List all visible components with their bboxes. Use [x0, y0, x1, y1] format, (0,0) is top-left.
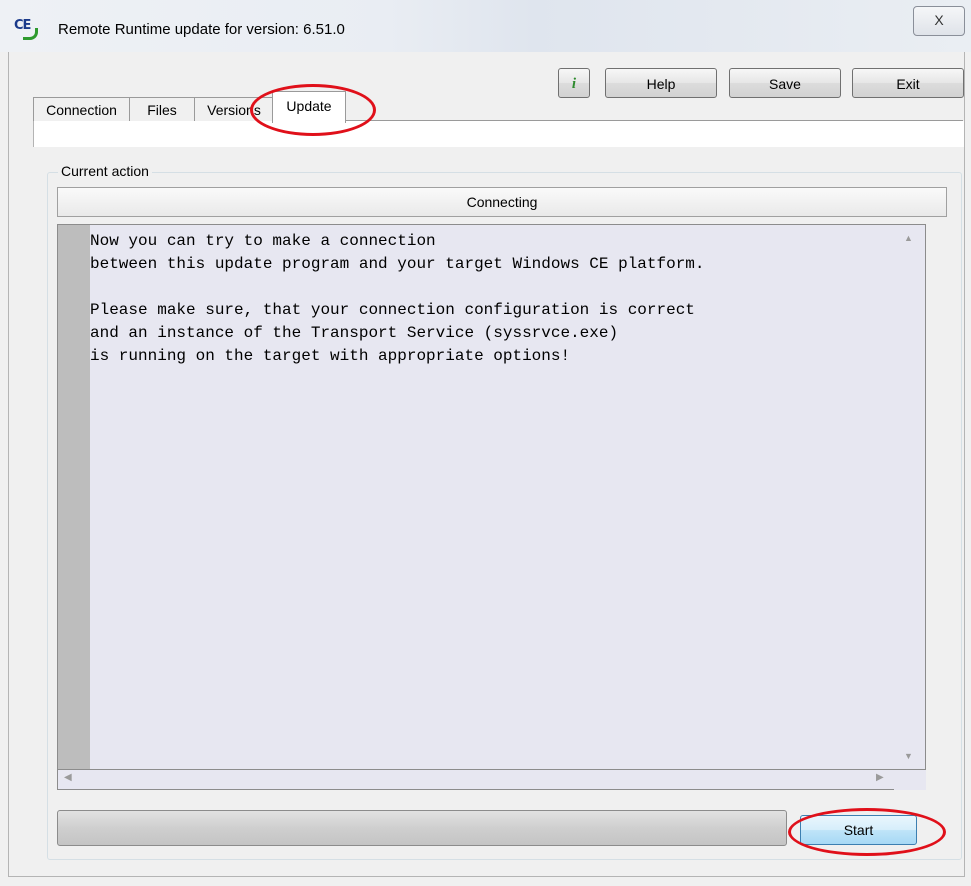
- horizontal-scrollbar[interactable]: ◀ ▶: [57, 770, 926, 790]
- log-text: Now you can try to make a connection bet…: [90, 232, 705, 365]
- app-window: CE Remote Runtime update for version: 6.…: [0, 0, 971, 886]
- window-title: Remote Runtime update for version: 6.51.…: [58, 21, 345, 38]
- status-header: Connecting: [57, 187, 947, 217]
- close-button[interactable]: X: [913, 6, 965, 36]
- vertical-scrollbar[interactable]: ▲ ▼: [894, 224, 926, 770]
- log-textarea[interactable]: Now you can try to make a connection bet…: [57, 224, 926, 770]
- scroll-right-icon[interactable]: ▶: [876, 772, 884, 783]
- help-button[interactable]: Help: [605, 68, 717, 98]
- scroll-up-icon[interactable]: ▲: [904, 233, 913, 243]
- title-bar[interactable]: CE Remote Runtime update for version: 6.…: [0, 0, 971, 52]
- current-action-label: Current action: [58, 163, 152, 179]
- tab-update[interactable]: Update: [272, 91, 346, 123]
- start-button[interactable]: Start: [800, 815, 917, 845]
- ce-icon: CE: [14, 18, 40, 40]
- info-button[interactable]: i: [558, 68, 590, 98]
- exit-button[interactable]: Exit: [852, 68, 964, 98]
- log-gutter: [58, 225, 90, 769]
- info-icon: i: [571, 76, 577, 92]
- tab-page: [33, 121, 964, 147]
- tab-connection[interactable]: Connection: [33, 97, 130, 121]
- progress-bar: [57, 810, 787, 846]
- save-button[interactable]: Save: [729, 68, 841, 98]
- tab-versions[interactable]: Versions: [194, 97, 274, 121]
- scrollbar-corner: [894, 770, 926, 790]
- scroll-left-icon[interactable]: ◀: [64, 772, 72, 783]
- close-icon: X: [934, 12, 944, 28]
- tab-files[interactable]: Files: [129, 97, 195, 121]
- scroll-down-icon[interactable]: ▼: [904, 751, 913, 761]
